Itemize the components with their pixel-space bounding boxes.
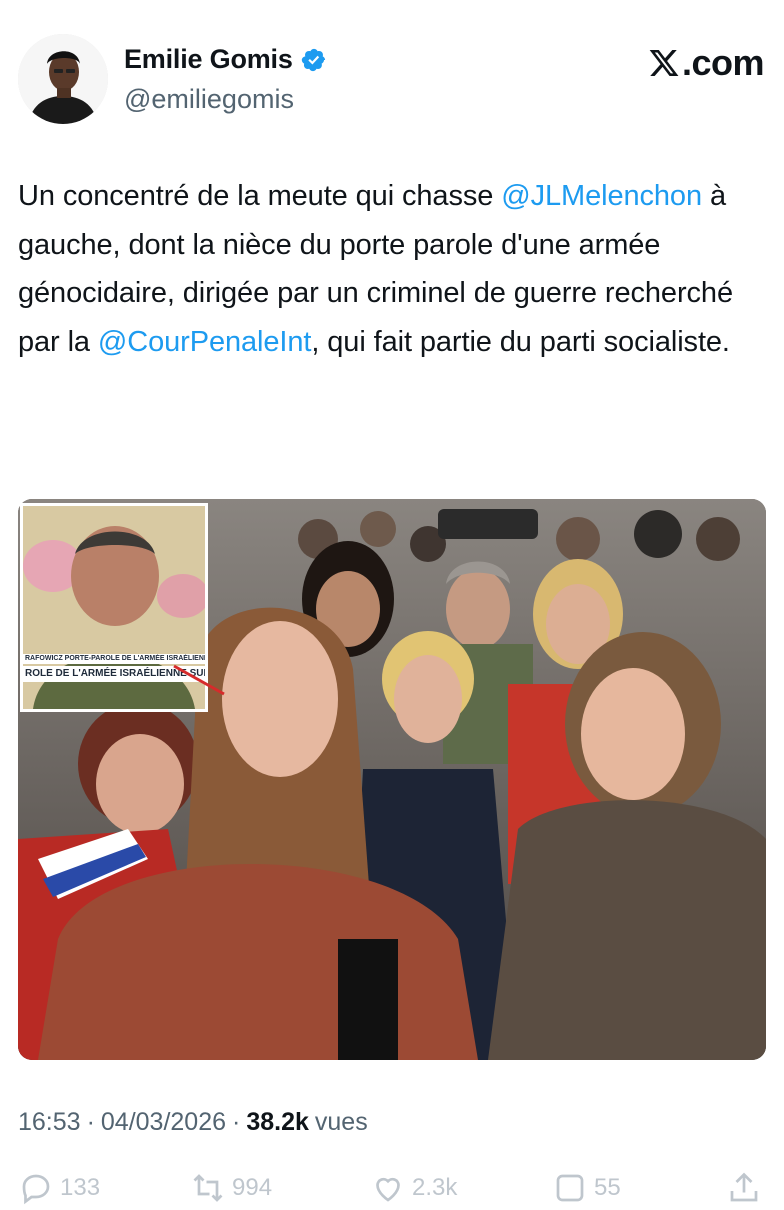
x-brand: .com [648, 42, 765, 84]
tweet-meta: 16:53 · 04/03/2026 · 38.2k vues [18, 1108, 368, 1137]
brand-label: .com [681, 42, 765, 83]
bookmark-count: 55 [594, 1174, 621, 1201]
action-bar: 133 994 2.3k 55 [18, 1170, 766, 1210]
author-handle[interactable]: @emiliegomis [124, 84, 294, 115]
tweet-text: Un concentré de la meute qui chasse @JLM… [18, 172, 766, 366]
reply-button[interactable]: 133 [18, 1170, 100, 1206]
reply-icon [22, 1174, 50, 1205]
share-button[interactable] [726, 1170, 762, 1206]
tweet-header: Emilie Gomis @emiliegomis .com [18, 34, 766, 126]
mention-link-courpenaleint[interactable]: @CourPenaleInt [98, 326, 312, 358]
avatar[interactable] [18, 34, 108, 124]
meta-separator: · [232, 1108, 241, 1136]
bookmark-icon [556, 1174, 584, 1202]
avatar-photo [18, 34, 108, 124]
like-count: 2.3k [412, 1174, 458, 1201]
views-count: 38.2k [246, 1108, 309, 1136]
author-name[interactable]: Emilie Gomis [124, 44, 293, 75]
retweet-button[interactable]: 994 [190, 1170, 272, 1206]
mention-link-jlmelenchon[interactable]: @JLMelenchon [501, 180, 702, 212]
share-icon [730, 1172, 758, 1202]
author-name-row[interactable]: Emilie Gomis [124, 44, 327, 75]
views-label: vues [314, 1108, 368, 1136]
heart-icon [376, 1177, 400, 1202]
x-logo-icon [649, 50, 679, 76]
red-arrow-annotation [173, 664, 225, 696]
retweet-icon [193, 1174, 223, 1202]
tweet-time[interactable]: 16:53 [18, 1108, 81, 1137]
bookmark-button[interactable]: 55 [552, 1170, 621, 1206]
verified-badge-icon [301, 48, 325, 71]
reply-count: 133 [60, 1174, 101, 1201]
tweet-text-part: Un concentré de la meute qui chasse [18, 180, 502, 212]
tweet-text-part: , qui fait partie du parti socialiste. [311, 325, 730, 358]
meta-separator: · [86, 1108, 95, 1136]
like-button[interactable]: 2.3k [370, 1170, 457, 1206]
retweet-count: 994 [232, 1174, 273, 1201]
tweet-date[interactable]: 04/03/2026 [101, 1108, 226, 1137]
